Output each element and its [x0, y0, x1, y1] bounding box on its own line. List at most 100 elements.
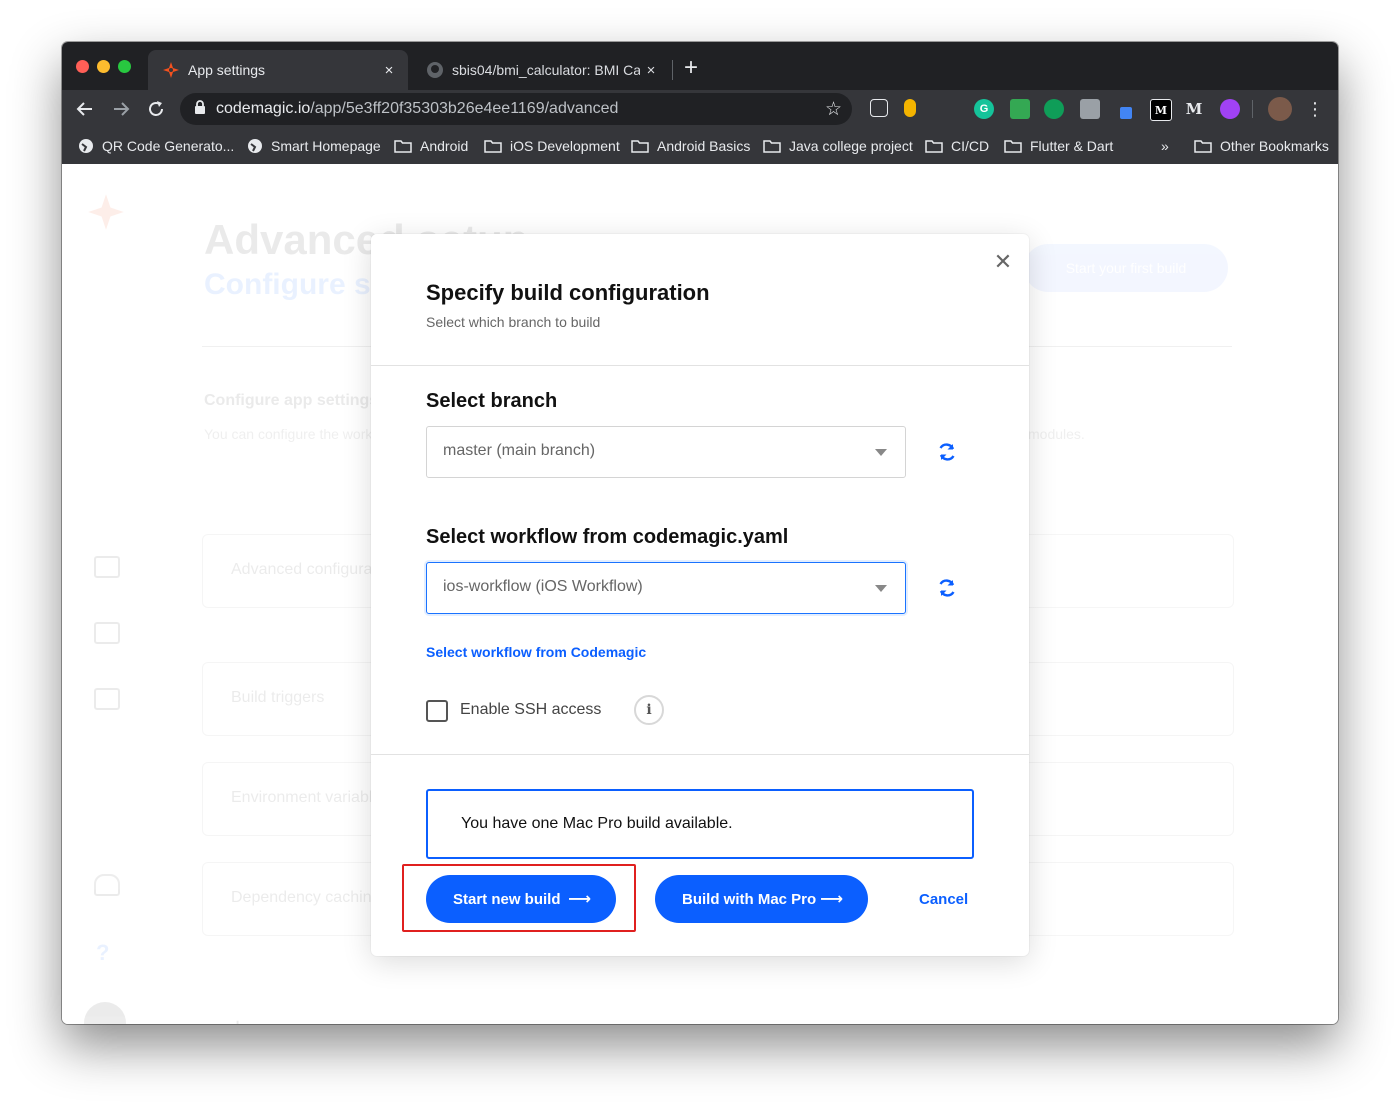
drive-extension-icon[interactable] [1080, 99, 1100, 119]
tab-github[interactable]: sbis04/bmi_calculator: BMI Calcu × [412, 50, 670, 90]
workflow-value: ios-workflow (iOS Workflow) [443, 578, 643, 595]
idea-extension-icon[interactable] [904, 99, 916, 117]
close-icon[interactable]: ✕ [991, 250, 1015, 274]
folder-icon [1194, 139, 1212, 153]
bookmark-item[interactable]: QR Code Generato... [78, 128, 234, 164]
ssh-checkbox[interactable] [426, 700, 448, 722]
mac-pro-notice: You have one Mac Pro build available. [426, 789, 974, 859]
bookmarks-overflow-button[interactable]: » [1161, 128, 1169, 164]
m-extension-icon[interactable]: M [1184, 99, 1204, 119]
bookmark-item[interactable]: Smart Homepage [247, 128, 381, 164]
user-avatar[interactable] [84, 1002, 126, 1024]
team-icon[interactable] [94, 688, 120, 710]
bookmark-label: QR Code Generato... [102, 138, 235, 154]
pen-extension-icon[interactable] [1120, 107, 1132, 119]
modal-divider [371, 365, 1029, 366]
mail-extension-icon[interactable] [1010, 99, 1030, 119]
card-label: Dependency caching [231, 889, 381, 906]
lock-icon [194, 99, 206, 119]
start-first-build-button[interactable]: Start your first build [1024, 244, 1228, 292]
bookmark-label: Android [420, 138, 469, 154]
github-icon [426, 61, 444, 79]
branch-label: Select branch [426, 390, 558, 412]
folder-icon [763, 139, 781, 153]
branch-select[interactable]: master (main branch) [426, 426, 906, 478]
new-tab-button[interactable]: + [684, 56, 698, 80]
section-description-tail: modules. [1028, 426, 1085, 442]
bookmark-folder[interactable]: CI/CD [925, 128, 989, 164]
layers-icon[interactable] [94, 622, 120, 644]
modal-title: Specify build configuration [426, 280, 710, 305]
window-minimize-button[interactable] [97, 60, 110, 73]
chrome-menu-icon[interactable]: ⋮ [1302, 96, 1328, 122]
window-zoom-button[interactable] [118, 60, 131, 73]
globe-icon [247, 138, 263, 154]
bookmark-folder[interactable]: Flutter & Dart [1004, 128, 1113, 164]
apps-icon[interactable] [94, 556, 120, 578]
url-host: codemagic.io [216, 100, 311, 117]
help-icon[interactable]: ? [96, 940, 109, 966]
card-label: Build triggers [231, 689, 325, 706]
folder-icon [1004, 139, 1022, 153]
back-button[interactable] [72, 96, 98, 122]
tab-strip: App settings × sbis04/bmi_calculator: BM… [62, 42, 1338, 90]
url-text: codemagic.io/app/5e3ff20f35303b26e4ee116… [216, 100, 618, 118]
codemagic-logo-icon [162, 61, 180, 79]
window-close-button[interactable] [76, 60, 89, 73]
cancel-button[interactable]: Cancel [919, 891, 968, 908]
arrow-right-icon: ⟶ [568, 891, 591, 908]
refresh-branches-icon[interactable] [935, 440, 959, 464]
info-icon[interactable]: i [634, 695, 664, 725]
add-app-icon[interactable]: + [230, 1012, 245, 1024]
bookmarks-bar: QR Code Generato... Smart Homepage Andro… [62, 128, 1338, 165]
folder-icon [394, 139, 412, 153]
tab-title: App settings [188, 62, 266, 78]
chevron-down-icon [875, 585, 887, 592]
notice-text: You have one Mac Pro build available. [461, 815, 733, 832]
translate-extension-icon[interactable] [1044, 99, 1064, 119]
bookmark-folder[interactable]: iOS Development [484, 128, 620, 164]
select-workflow-codemagic-link[interactable]: Select workflow from Codemagic [426, 644, 646, 660]
reload-button[interactable] [143, 96, 169, 122]
other-bookmarks-folder[interactable]: Other Bookmarks [1194, 128, 1329, 164]
forward-button[interactable] [108, 96, 134, 122]
keep-extension-icon[interactable] [870, 99, 888, 117]
card-label: Environment variables [231, 789, 390, 806]
bookmark-label: Flutter & Dart [1030, 138, 1114, 154]
arrow-right-icon: ⟶ [820, 891, 843, 908]
refresh-workflows-icon[interactable] [935, 576, 959, 600]
medium-extension-icon[interactable]: M [1150, 99, 1172, 121]
workflow-label: Select workflow from codemagic.yaml [426, 526, 789, 548]
globe-icon [78, 138, 94, 154]
bookmark-star-icon[interactable]: ☆ [825, 98, 842, 121]
reload-icon [149, 101, 163, 116]
modal-subtitle: Select which branch to build [426, 314, 601, 330]
purple-extension-icon[interactable] [1220, 99, 1240, 119]
profile-avatar[interactable] [1268, 97, 1292, 121]
bookmark-label: Java college project [789, 138, 913, 154]
folder-icon [484, 139, 502, 153]
build-with-mac-pro-button[interactable]: Build with Mac Pro ⟶ [655, 875, 868, 923]
tab-app-settings[interactable]: App settings × [148, 50, 408, 90]
bookmark-folder[interactable]: Android [394, 128, 468, 164]
grammarly-icon[interactable]: G [974, 99, 994, 119]
address-bar[interactable]: codemagic.io/app/5e3ff20f35303b26e4ee116… [180, 93, 852, 125]
bell-icon[interactable] [94, 874, 120, 896]
bookmark-folder[interactable]: Java college project [763, 128, 913, 164]
bookmark-folder[interactable]: Android Basics [631, 128, 750, 164]
url-path: /app/5e3ff20f35303b26e4ee1169/advanced [310, 100, 619, 117]
build-config-modal: ✕ Specify build configuration Select whi… [371, 234, 1029, 956]
ssh-label: Enable SSH access [460, 701, 602, 718]
start-new-build-button[interactable]: Start new build ⟶ [426, 875, 616, 923]
tab-separator [672, 60, 673, 80]
modal-divider [371, 754, 1029, 755]
tab-close-icon[interactable]: × [640, 62, 662, 79]
bookmark-label: CI/CD [951, 138, 990, 154]
toolbar-separator [1252, 100, 1253, 118]
bookmark-label: Other Bookmarks [1220, 138, 1329, 154]
forward-arrow-icon [114, 102, 130, 116]
section-title: Configure app settings [204, 392, 379, 409]
workflow-select[interactable]: ios-workflow (iOS Workflow) [426, 562, 906, 614]
bookmark-label: iOS Development [510, 138, 620, 154]
tab-close-icon[interactable]: × [378, 62, 400, 79]
